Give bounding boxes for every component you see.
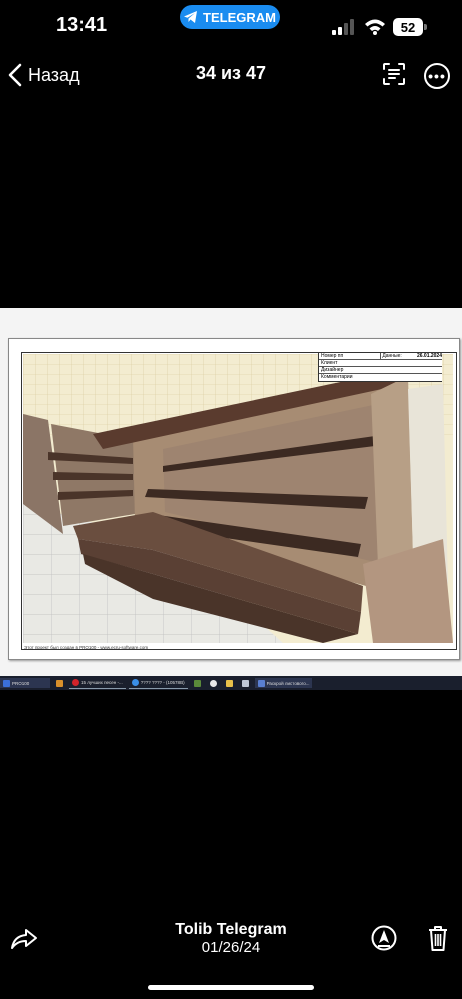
- taskbar-item: PRO100: [0, 678, 50, 688]
- app-window-icon: [257, 679, 265, 687]
- chrome-icon: [131, 679, 139, 686]
- folder-icon: [225, 679, 233, 687]
- telegram-pill[interactable]: TELEGRAM: [180, 5, 280, 29]
- wifi-icon: [365, 19, 385, 35]
- trash-icon[interactable]: [427, 924, 449, 952]
- taskbar-item: [191, 678, 204, 688]
- taskbar-item: 15 лучших песен -...: [69, 678, 126, 689]
- title-block: Номер пп Данные: 26.01.2024 Клиент Дизай…: [318, 353, 442, 382]
- footer-note: Этот проект был создан в PRO100 - www.ec…: [24, 645, 149, 650]
- telegram-label: TELEGRAM: [203, 9, 276, 25]
- settings-icon: [209, 679, 217, 687]
- taskbar-item: [207, 678, 220, 688]
- telegram-icon: [184, 11, 198, 23]
- markup-pen-icon[interactable]: [371, 925, 397, 951]
- minecraft-icon: [193, 679, 201, 687]
- designer-label: Дизайнер: [319, 366, 442, 373]
- date-value: 26.01.2024: [416, 353, 442, 359]
- taskbar-item: [223, 678, 236, 688]
- back-label: Назад: [28, 64, 80, 85]
- share-forward-icon[interactable]: [10, 925, 38, 953]
- cellular-signal-icon: [332, 19, 354, 35]
- status-time: 13:41: [56, 14, 108, 36]
- app-icon: [241, 679, 249, 687]
- client-label: Клиент: [319, 359, 442, 366]
- taskbar-item: [53, 678, 66, 688]
- number-label: Номер пп: [321, 353, 344, 359]
- live-text-icon[interactable]: [382, 62, 406, 86]
- opera-icon: [72, 679, 79, 686]
- taskbar-item: [239, 678, 252, 688]
- home-indicator[interactable]: [148, 985, 314, 990]
- chevron-left-icon: [8, 63, 22, 87]
- date-label: Данные:: [380, 353, 417, 359]
- windows-taskbar: PRO100 15 лучших песен -... ???? ???? - …: [0, 676, 462, 690]
- taskbar-item: Раскрой листового...: [254, 678, 313, 688]
- pdf-icon: [56, 679, 63, 687]
- comments-label: Комментарии: [319, 373, 442, 380]
- back-button[interactable]: Назад: [8, 60, 80, 90]
- pro100-icon: [3, 679, 10, 687]
- more-options-button[interactable]: •••: [424, 63, 450, 89]
- shelving-render-image: [23, 354, 453, 643]
- ellipsis-icon: •••: [428, 68, 446, 84]
- battery-indicator: 52: [393, 18, 423, 36]
- battery-tip: [424, 24, 427, 30]
- taskbar-item: ???? ???? - (10578B): [128, 678, 188, 689]
